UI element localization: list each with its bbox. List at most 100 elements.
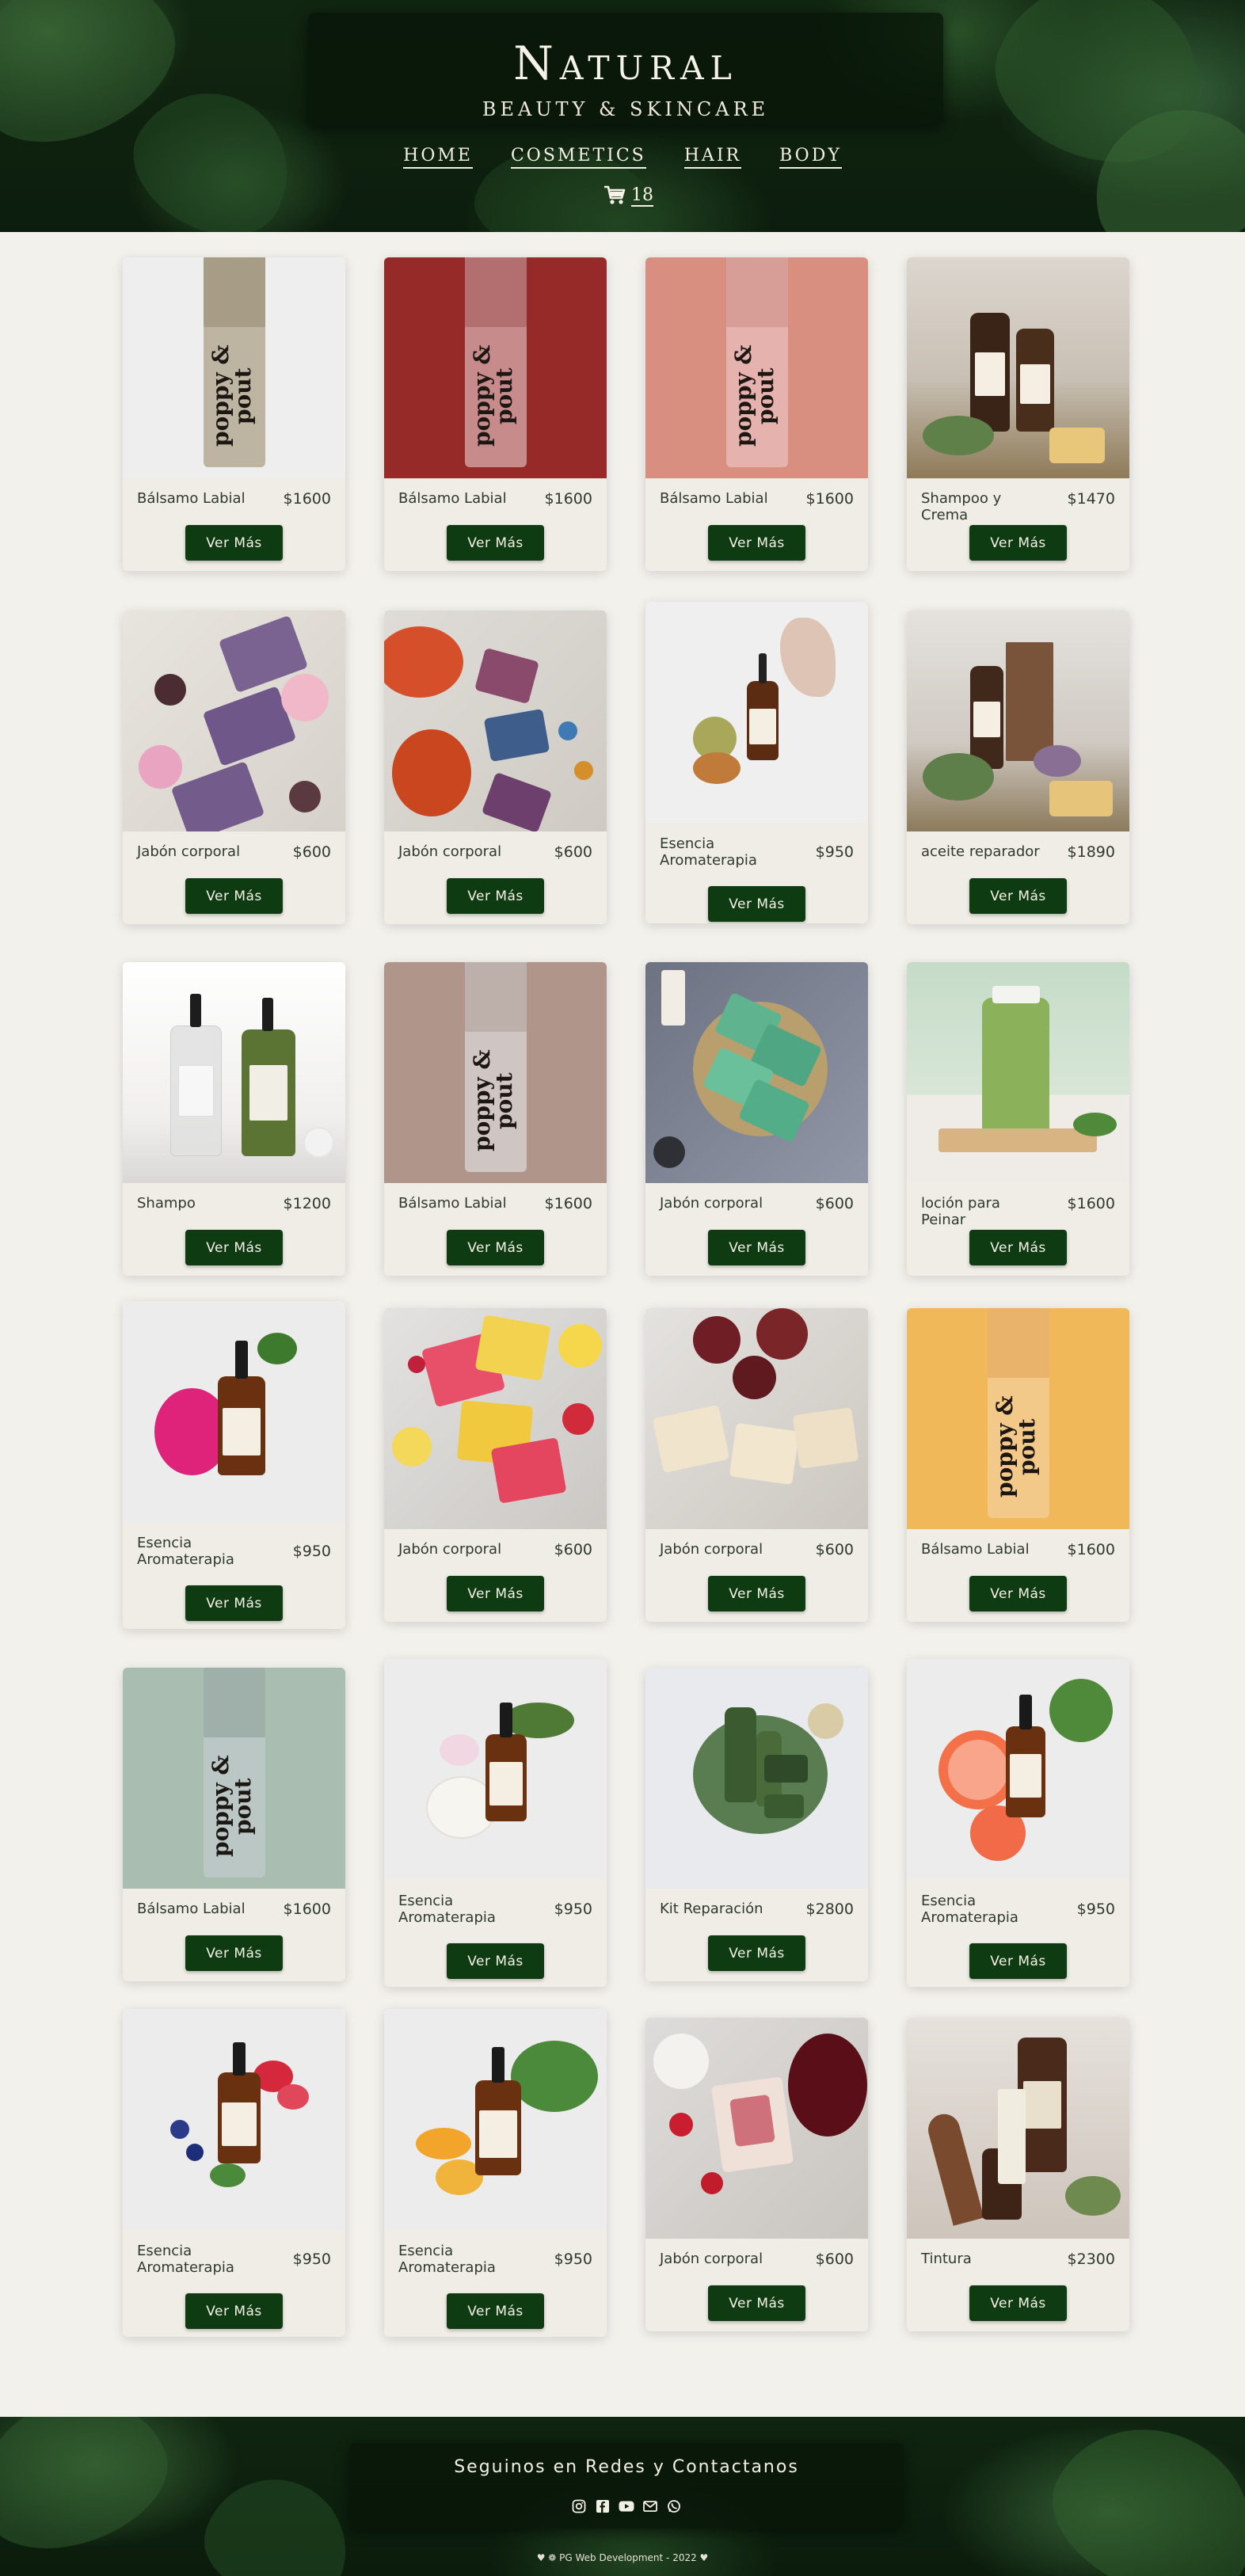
product-price: $1600	[1067, 1195, 1115, 1212]
product-card: poppy & pout Bálsamo Labial $1600 Ver Má…	[384, 962, 607, 1276]
product-price: $600	[815, 2251, 854, 2268]
product-price: $2800	[805, 1901, 854, 1918]
whatsapp-icon[interactable]	[666, 2498, 682, 2514]
product-image: poppy & pout	[123, 257, 345, 478]
product-price: $950	[1076, 1901, 1115, 1918]
product-price: $1200	[283, 1195, 331, 1212]
product-price: $1470	[1067, 490, 1115, 508]
product-price: $1600	[1067, 1541, 1115, 1558]
product-image	[907, 962, 1129, 1183]
product-price: $950	[554, 1901, 592, 1918]
product-name: Bálsamo Labial	[137, 490, 246, 507]
product-card: Jabón corporal $600 Ver Más	[645, 2018, 868, 2331]
view-more-button[interactable]: Ver Más	[708, 525, 805, 561]
product-price: $1600	[544, 1195, 592, 1212]
nav-home[interactable]: Home	[403, 146, 473, 169]
product-name: Bálsamo Labial	[660, 490, 768, 507]
product-name: Esencia Aromaterapia	[137, 1535, 234, 1568]
view-more-button[interactable]: Ver Más	[447, 2293, 544, 2329]
product-card: Esencia Aromaterapia $950 Ver Más	[907, 1659, 1129, 1987]
view-more-button[interactable]: Ver Más	[185, 1230, 283, 1265]
youtube-icon[interactable]	[619, 2498, 634, 2514]
main-nav: Home Cosmetics Hair Body	[0, 146, 1245, 169]
product-name: loción para Peinar	[921, 1195, 1000, 1228]
product-card: poppy & pout Bálsamo Labial $1600 Ver Má…	[123, 257, 345, 571]
product-card: Tintura $2300 Ver Más	[907, 2018, 1129, 2331]
product-card: loción para Peinar $1600 Ver Más	[907, 962, 1129, 1276]
product-name: Esencia Aromaterapia	[660, 835, 757, 869]
product-image	[384, 1659, 607, 1880]
product-price: $950	[554, 2251, 592, 2268]
product-card: Jabón corporal $600 Ver Más	[645, 962, 868, 1276]
product-image	[907, 2018, 1129, 2239]
product-price: $1600	[283, 490, 331, 508]
leaf-decoration	[0, 2417, 185, 2572]
view-more-button[interactable]: Ver Más	[447, 525, 544, 561]
product-name: Bálsamo Labial	[398, 490, 507, 507]
view-more-button[interactable]: Ver Más	[708, 886, 805, 922]
product-label-text: poppy & pout	[208, 344, 256, 447]
facebook-icon[interactable]	[595, 2498, 611, 2514]
product-card: Jabón corporal $600 Ver Más	[123, 611, 345, 924]
nav-cosmetics[interactable]: Cosmetics	[510, 146, 646, 169]
view-more-button[interactable]: Ver Más	[185, 1935, 283, 1971]
cart-button[interactable]: 18	[603, 185, 653, 207]
product-image: poppy & pout	[907, 1308, 1129, 1529]
product-name: Bálsamo Labial	[398, 1195, 507, 1212]
product-image	[123, 1301, 345, 1522]
brand-banner: Natural Beauty & Skincare	[308, 13, 943, 125]
view-more-button[interactable]: Ver Más	[708, 2285, 805, 2321]
view-more-button[interactable]: Ver Más	[447, 878, 544, 914]
view-more-button[interactable]: Ver Más	[969, 2285, 1067, 2321]
view-more-button[interactable]: Ver Más	[969, 1943, 1067, 1979]
footer-banner: Seguinos en Redes y Contactanos	[349, 2443, 904, 2528]
instagram-icon[interactable]	[571, 2498, 587, 2514]
email-icon[interactable]	[642, 2498, 658, 2514]
view-more-button[interactable]: Ver Más	[447, 1576, 544, 1611]
view-more-button[interactable]: Ver Más	[185, 525, 283, 561]
product-image	[123, 2009, 345, 2230]
product-card: poppy & pout Bálsamo Labial $1600 Ver Má…	[384, 257, 607, 571]
product-image	[645, 602, 868, 823]
view-more-button[interactable]: Ver Más	[969, 525, 1067, 561]
product-name: Bálsamo Labial	[137, 1901, 246, 1917]
product-label-text: poppy & pout	[469, 344, 517, 447]
product-name: Tintura	[921, 2251, 972, 2267]
view-more-button[interactable]: Ver Más	[708, 1576, 805, 1611]
product-card: Esencia Aromaterapia $950 Ver Más	[123, 1301, 345, 1629]
view-more-button[interactable]: Ver Más	[185, 2293, 283, 2329]
view-more-button[interactable]: Ver Más	[969, 878, 1067, 914]
site-subtitle: Beauty & Skincare	[482, 98, 770, 120]
product-name: Jabón corporal	[137, 843, 241, 860]
product-name: Esencia Aromaterapia	[398, 2243, 496, 2276]
view-more-button[interactable]: Ver Más	[708, 1230, 805, 1265]
view-more-button[interactable]: Ver Más	[185, 878, 283, 914]
footer-title: Seguinos en Redes y Contactanos	[454, 2457, 799, 2477]
view-more-button[interactable]: Ver Más	[447, 1230, 544, 1265]
product-name: Esencia Aromaterapia	[398, 1893, 496, 1926]
view-more-button[interactable]: Ver Más	[708, 1935, 805, 1971]
product-name: Jabón corporal	[660, 1541, 763, 1558]
product-image	[384, 611, 607, 831]
view-more-button[interactable]: Ver Más	[185, 1585, 283, 1621]
product-label-text: poppy & pout	[992, 1395, 1040, 1498]
product-card: poppy & pout Bálsamo Labial $1600 Ver Má…	[645, 257, 868, 571]
view-more-button[interactable]: Ver Más	[969, 1576, 1067, 1611]
product-image	[123, 962, 345, 1183]
site-title: Natural	[513, 36, 738, 90]
nav-hair[interactable]: Hair	[683, 146, 742, 169]
view-more-button[interactable]: Ver Más	[447, 1943, 544, 1979]
product-card: Jabón corporal $600 Ver Más	[384, 1308, 607, 1622]
product-name: Esencia Aromaterapia	[137, 2243, 234, 2276]
product-image	[907, 611, 1129, 831]
product-name: Shampo	[137, 1195, 196, 1212]
product-price: $1600	[283, 1901, 331, 1918]
nav-body[interactable]: Body	[779, 146, 842, 169]
product-name: Bálsamo Labial	[921, 1541, 1030, 1558]
product-label-text: poppy & pout	[208, 1755, 256, 1858]
product-card: Shampoo y Crema $1470 Ver Más	[907, 257, 1129, 571]
view-more-button[interactable]: Ver Más	[969, 1230, 1067, 1265]
product-name: Jabón corporal	[660, 2251, 763, 2267]
product-card: poppy & pout Bálsamo Labial $1600 Ver Má…	[907, 1308, 1129, 1622]
product-card: Jabón corporal $600 Ver Más	[384, 611, 607, 924]
